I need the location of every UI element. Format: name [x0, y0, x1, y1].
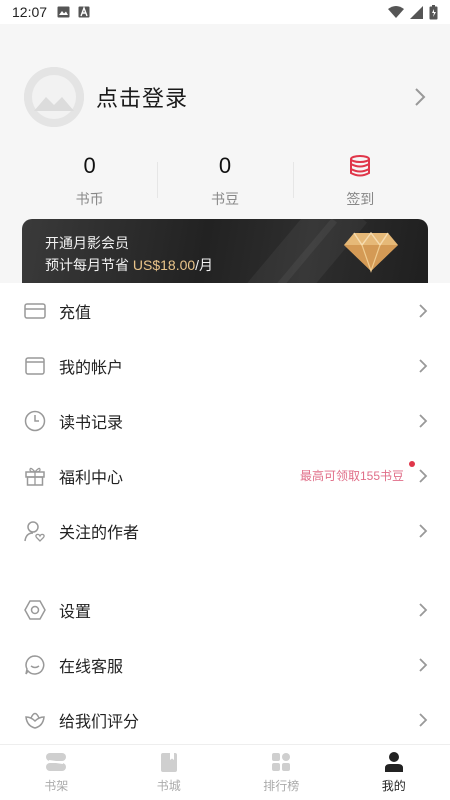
chevron-right-icon: [419, 712, 428, 727]
gift-icon: [25, 467, 45, 486]
tab-bookshelf[interactable]: 书架: [0, 745, 113, 800]
menu-item-followed-authors[interactable]: 关注的作者: [0, 503, 450, 558]
stat-beans-value: 0: [218, 153, 232, 178]
mountain-placeholder-icon: [24, 67, 84, 127]
stat-beans-label: 书豆: [210, 191, 239, 207]
menu-gap: [0, 558, 450, 582]
menu-label-customer-service: 在线客服: [59, 658, 124, 676]
menu-label-followed-authors: 关注的作者: [59, 524, 140, 542]
vip-title: 开通月影会员: [45, 235, 129, 251]
menu-list: 充值 我的帐户 读书记录 福利中心 最高可领取155书豆 关注的作者 设置 在线…: [0, 283, 450, 747]
menu-label-rate-us: 给我们评分: [59, 713, 140, 731]
stat-coins-label: 书币: [75, 191, 104, 207]
stat-checkin[interactable]: 签到: [292, 150, 428, 210]
chat-icon: [25, 654, 45, 675]
tab-bookstore[interactable]: 书城: [113, 745, 226, 800]
menu-label-welfare: 福利中心: [59, 469, 124, 487]
vip-sub-suffix: /月: [195, 257, 214, 273]
settings-icon: [24, 599, 46, 620]
status-bar: 12:07: [0, 0, 450, 24]
grid-icon: [272, 753, 291, 771]
wifi-icon: [388, 5, 404, 18]
stat-coins[interactable]: 0 书币: [22, 150, 157, 210]
tab-label-mine: 我的: [381, 779, 406, 793]
vip-subtitle: 预计每月节省 US$18.00/月: [45, 255, 213, 275]
menu-item-settings[interactable]: 设置: [0, 582, 450, 637]
chevron-right-icon: [419, 303, 428, 318]
wallet-icon: [25, 356, 45, 375]
avatar[interactable]: [24, 67, 84, 127]
chevron-right-icon: [419, 523, 428, 538]
menu-item-account[interactable]: 我的帐户: [0, 338, 450, 393]
flower-icon: [25, 712, 45, 729]
status-time: 12:07: [12, 4, 48, 20]
menu-label-recharge: 充值: [59, 304, 92, 322]
chevron-right-icon: [419, 468, 428, 483]
clock-icon: [24, 410, 46, 431]
menu-label-settings: 设置: [59, 603, 92, 621]
stat-beans[interactable]: 0 书豆: [157, 150, 292, 210]
menu-item-reading-history[interactable]: 读书记录: [0, 393, 450, 448]
diamond-icon: [344, 231, 398, 273]
chevron-right-icon[interactable]: [414, 87, 426, 107]
stat-coins-value: 0: [83, 153, 96, 178]
tab-label-bookshelf: 书架: [44, 779, 69, 793]
notification-dot: [409, 461, 415, 467]
welfare-promo-label: 最高可领取155书豆: [299, 469, 404, 483]
battery-icon: [429, 4, 438, 19]
book-icon: [160, 752, 177, 772]
tab-mine[interactable]: 我的: [338, 745, 450, 800]
vip-banner[interactable]: 开通月影会员 预计每月节省 US$18.00/月: [22, 219, 428, 283]
coin-stack-icon: [350, 155, 371, 177]
vip-sub-prefix: 预计每月节省: [45, 257, 133, 273]
user-heart-icon: [24, 520, 45, 542]
menu-item-recharge[interactable]: 充值: [0, 283, 450, 338]
signal-icon: [410, 5, 423, 19]
bookshelf-icon: [46, 753, 67, 771]
menu-label-account: 我的帐户: [59, 359, 124, 377]
a-letter-icon: [78, 6, 90, 18]
stat-checkin-label: 签到: [346, 191, 375, 207]
tab-label-bookstore: 书城: [156, 779, 181, 793]
tab-ranking[interactable]: 排行榜: [225, 745, 338, 800]
login-text[interactable]: 点击登录: [96, 81, 188, 113]
person-icon: [384, 752, 403, 772]
menu-item-welfare[interactable]: 福利中心 最高可领取155书豆: [0, 448, 450, 503]
stats-row: 0 书币 0 书豆 签到: [22, 150, 428, 210]
card-icon: [24, 302, 46, 319]
menu-label-reading-history: 读书记录: [59, 414, 124, 432]
welfare-promo-text: 最高可领取155书豆: [299, 461, 415, 484]
chevron-right-icon: [419, 657, 428, 672]
image-icon: [57, 6, 70, 18]
tab-label-ranking: 排行榜: [263, 779, 300, 793]
bottom-tab-bar: 书架 书城 排行榜 我的: [0, 744, 450, 800]
chevron-right-icon: [419, 413, 428, 428]
vip-price: US$18.00: [132, 257, 196, 273]
login-row[interactable]: 点击登录: [24, 66, 426, 128]
chevron-right-icon: [419, 602, 428, 617]
menu-item-customer-service[interactable]: 在线客服: [0, 637, 450, 692]
menu-item-rate-us[interactable]: 给我们评分: [0, 692, 450, 747]
chevron-right-icon: [419, 358, 428, 373]
profile-header: 点击登录 0 书币 0 书豆 签到 开通月影会员 预计每月节省 US$18.00…: [0, 24, 450, 283]
